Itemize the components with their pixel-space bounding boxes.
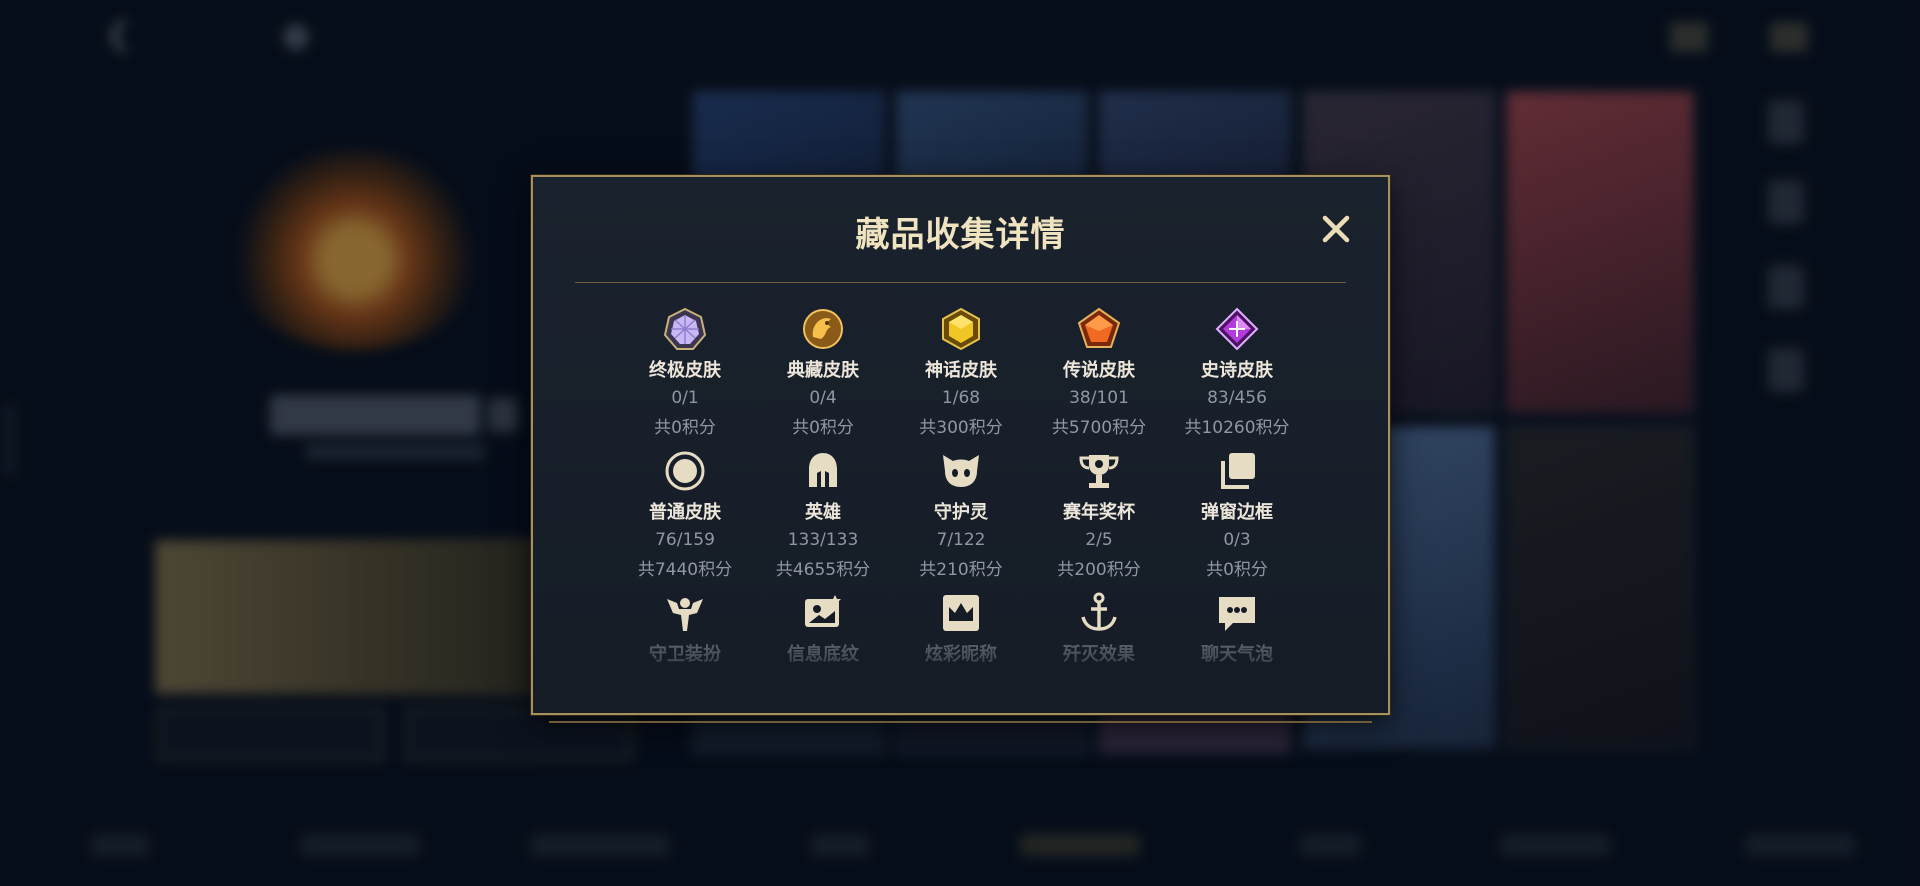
item-score: 共0积分 bbox=[1206, 560, 1268, 580]
guardian-sprite-icon bbox=[943, 455, 979, 487]
ward-skin-icon bbox=[667, 598, 703, 631]
item-label: 守护灵 bbox=[934, 502, 988, 523]
item-label: 歼灭效果 bbox=[1063, 644, 1135, 665]
item-label: 典藏皮肤 bbox=[787, 360, 859, 381]
item-label: 传说皮肤 bbox=[1063, 360, 1135, 381]
item-count: 0/3 bbox=[1223, 530, 1251, 550]
epic-skin-icon bbox=[1215, 307, 1259, 351]
common-skin-icon bbox=[665, 451, 705, 491]
collection-item-champion[interactable]: 英雄 133/133 共4655积分 bbox=[754, 449, 892, 580]
item-count: 1/68 bbox=[941, 388, 981, 408]
item-count: 2/5 bbox=[1085, 530, 1113, 550]
collection-item-guardian[interactable]: 守护灵 7/122 共210积分 bbox=[892, 449, 1030, 580]
mythic-skin-icon bbox=[942, 307, 980, 351]
item-score: 共300积分 bbox=[919, 418, 1003, 438]
item-count: 133/133 bbox=[787, 530, 859, 550]
collection-item-frame[interactable]: 弹窗边框 0/3 共0积分 bbox=[1168, 449, 1306, 580]
close-icon[interactable] bbox=[1319, 212, 1353, 246]
item-label: 炫彩昵称 bbox=[925, 644, 997, 665]
collection-item-common[interactable]: 普通皮肤 76/159 共7440积分 bbox=[616, 449, 754, 580]
item-score: 共210积分 bbox=[919, 560, 1003, 580]
item-count: 0/4 bbox=[809, 388, 837, 408]
item-score: 共0积分 bbox=[654, 418, 716, 438]
item-label: 守卫装扮 bbox=[649, 644, 721, 665]
item-label: 终极皮肤 bbox=[649, 360, 721, 381]
chat-bubble-icon bbox=[1219, 597, 1255, 631]
collection-item-trophy[interactable]: 赛年奖杯 2/5 共200积分 bbox=[1030, 449, 1168, 580]
modal-title: 藏品收集详情 bbox=[855, 215, 1066, 255]
collection-item-ace[interactable]: 歼灭效果 bbox=[1030, 591, 1168, 666]
collection-details-modal: 藏品收集详情 终极皮肤 0/1 共0积分 典藏皮肤 0/4 共0积分 神话皮肤 … bbox=[531, 175, 1390, 723]
collection-item-nickname[interactable]: 炫彩昵称 bbox=[892, 591, 1030, 666]
title-divider bbox=[575, 282, 1346, 283]
item-label: 聊天气泡 bbox=[1201, 644, 1273, 665]
modal-underline bbox=[549, 715, 1372, 723]
item-score: 共200积分 bbox=[1057, 560, 1141, 580]
item-count: 0/1 bbox=[671, 388, 699, 408]
collection-item-info-pattern[interactable]: 信息底纹 bbox=[754, 591, 892, 666]
anchor-ace-icon bbox=[1081, 592, 1117, 631]
collection-item-prestige[interactable]: 典藏皮肤 0/4 共0积分 bbox=[754, 307, 892, 438]
item-label: 赛年奖杯 bbox=[1063, 502, 1135, 523]
item-label: 普通皮肤 bbox=[649, 502, 721, 523]
collection-item-ward[interactable]: 守卫装扮 bbox=[616, 591, 754, 666]
ultimate-skin-icon bbox=[663, 307, 707, 350]
item-score: 共10260积分 bbox=[1184, 418, 1290, 438]
item-score: 共5700积分 bbox=[1051, 418, 1147, 438]
item-count: 83/456 bbox=[1207, 388, 1267, 408]
item-label: 弹窗边框 bbox=[1201, 502, 1273, 523]
item-label: 神话皮肤 bbox=[925, 360, 997, 381]
item-count: 7/122 bbox=[936, 530, 986, 550]
item-count: 38/101 bbox=[1069, 388, 1129, 408]
collection-item-ultimate[interactable]: 终极皮肤 0/1 共0积分 bbox=[616, 307, 754, 438]
legendary-skin-icon bbox=[1077, 307, 1121, 348]
collection-item-legendary[interactable]: 传说皮肤 38/101 共5700积分 bbox=[1030, 307, 1168, 438]
item-label: 信息底纹 bbox=[787, 644, 859, 665]
champion-helmet-icon bbox=[809, 453, 837, 487]
prestige-skin-icon bbox=[803, 309, 843, 349]
item-score: 共0积分 bbox=[792, 418, 854, 438]
crown-nickname-icon bbox=[943, 595, 979, 631]
collection-item-mythic[interactable]: 神话皮肤 1/68 共300积分 bbox=[892, 307, 1030, 438]
info-pattern-icon bbox=[805, 595, 841, 627]
item-label: 英雄 bbox=[805, 502, 841, 523]
collection-item-epic[interactable]: 史诗皮肤 83/456 共10260积分 bbox=[1168, 307, 1306, 438]
item-label: 史诗皮肤 bbox=[1201, 360, 1273, 381]
trophy-icon bbox=[1079, 455, 1119, 488]
collection-item-chat-bubble[interactable]: 聊天气泡 bbox=[1168, 591, 1306, 666]
popup-frame-icon bbox=[1221, 453, 1255, 489]
item-score: 共4655积分 bbox=[775, 560, 871, 580]
item-count: 76/159 bbox=[655, 530, 715, 550]
item-score: 共7440积分 bbox=[637, 560, 733, 580]
